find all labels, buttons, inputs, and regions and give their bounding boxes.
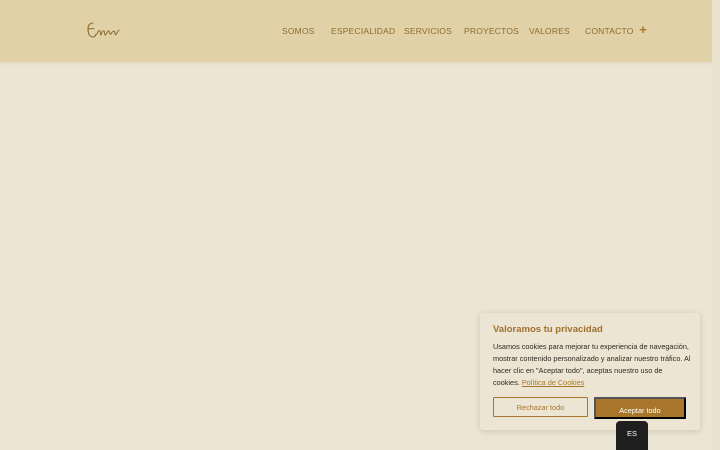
cookie-description: Usamos cookies para mejorar tu experienc… [493,341,691,389]
nav-item-valores[interactable]: VALORES [529,26,570,36]
nav-item-servicios[interactable]: SERVICIOS [404,26,452,36]
plus-icon[interactable]: + [638,23,648,37]
scrollbar[interactable] [712,0,720,450]
page: SOMOS ESPECIALIDAD SERVICIOS PROYECTOS V… [0,0,720,450]
language-switcher[interactable]: ES [616,421,648,450]
site-header: SOMOS ESPECIALIDAD SERVICIOS PROYECTOS V… [0,0,712,62]
cookie-title: Valoramos tu privacidad [493,324,603,335]
cookie-policy-link[interactable]: Política de Cookies [522,378,584,387]
logo[interactable] [84,16,124,46]
nav-item-contacto[interactable]: CONTACTO [585,26,634,36]
accept-all-button[interactable]: Aceptar todo [594,397,686,419]
nav-item-proyectos[interactable]: PROYECTOS [464,26,519,36]
nav-item-somos[interactable]: SOMOS [282,26,315,36]
nav-item-especialidad[interactable]: ESPECIALIDAD [331,26,395,36]
logo-signature-icon [87,22,120,38]
reject-all-button[interactable]: Rechazar todo [493,397,588,417]
cookie-consent-banner: Valoramos tu privacidad Usamos cookies p… [480,313,700,430]
